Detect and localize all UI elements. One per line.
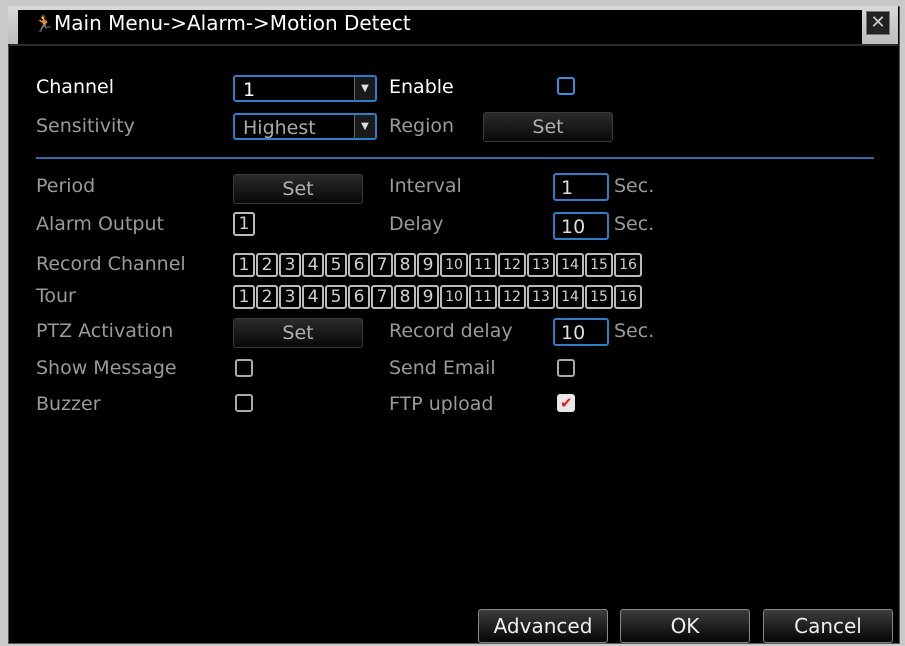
buzzer-checkbox[interactable] [235, 394, 253, 412]
record-channel-14-box[interactable]: 14 [556, 253, 584, 277]
chevron-down-icon: ▼ [354, 115, 375, 138]
record-channel-12-box[interactable]: 12 [498, 253, 526, 277]
tour-channel-10-box[interactable]: 10 [440, 285, 468, 309]
record-channel-boxes: 1 2 3 4 5 6 7 8 9 10 11 12 13 14 15 16 [233, 253, 693, 279]
show-message-checkbox[interactable] [235, 359, 253, 377]
record-channel-label: Record Channel [36, 253, 186, 275]
tour-channel-13-box[interactable]: 13 [527, 285, 555, 309]
interval-input[interactable]: 1 [553, 173, 609, 201]
tour-channel-1-box[interactable]: 1 [233, 285, 255, 309]
record-channel-10-box[interactable]: 10 [440, 253, 468, 277]
buzzer-label: Buzzer [36, 393, 101, 415]
delay-label: Delay [389, 213, 444, 235]
section-divider [36, 157, 874, 159]
tour-channel-15-box[interactable]: 15 [585, 285, 613, 309]
record-channel-11-box[interactable]: 11 [469, 253, 497, 277]
region-set-button[interactable]: Set [483, 112, 613, 142]
tour-channel-6-box[interactable]: 6 [348, 285, 370, 309]
sensitivity-select[interactable]: Highest ▼ [233, 113, 377, 140]
close-button[interactable]: ✕ [866, 11, 890, 35]
enable-checkbox[interactable] [557, 77, 575, 95]
advanced-button[interactable]: Advanced [478, 609, 608, 643]
tour-channel-4-box[interactable]: 4 [302, 285, 324, 309]
ptz-set-button[interactable]: Set [233, 318, 363, 348]
record-channel-16-box[interactable]: 16 [614, 253, 642, 277]
ok-button[interactable]: OK [620, 609, 750, 643]
tour-boxes: 1 2 3 4 5 6 7 8 9 10 11 12 13 14 15 16 [233, 285, 693, 311]
enable-label: Enable [389, 76, 454, 98]
channel-label: Channel [36, 76, 115, 98]
record-channel-3-box[interactable]: 3 [279, 253, 301, 277]
tour-channel-12-box[interactable]: 12 [498, 285, 526, 309]
record-delay-unit: Sec. [614, 320, 655, 342]
period-set-button[interactable]: Set [233, 174, 363, 204]
record-delay-input[interactable]: 10 [553, 318, 609, 346]
interval-unit: Sec. [614, 175, 655, 197]
interval-label: Interval [389, 175, 462, 197]
close-icon: ✕ [870, 12, 886, 33]
tour-channel-14-box[interactable]: 14 [556, 285, 584, 309]
tour-channel-9-box[interactable]: 9 [417, 285, 439, 309]
record-channel-5-box[interactable]: 5 [325, 253, 347, 277]
record-channel-6-box[interactable]: 6 [348, 253, 370, 277]
alarm-output-1-box[interactable]: 1 [233, 212, 255, 236]
ptz-activation-label: PTZ Activation [36, 320, 174, 342]
check-icon: ✔ [560, 394, 573, 412]
record-delay-label: Record delay [389, 320, 513, 342]
ftp-upload-label: FTP upload [389, 393, 494, 415]
record-channel-13-box[interactable]: 13 [527, 253, 555, 277]
tour-channel-3-box[interactable]: 3 [279, 285, 301, 309]
sensitivity-label: Sensitivity [36, 115, 135, 137]
show-message-label: Show Message [36, 357, 177, 379]
record-channel-9-box[interactable]: 9 [417, 253, 439, 277]
channel-value: 1 [243, 79, 256, 101]
person-running-icon: 🏃 [34, 14, 54, 33]
tour-channel-11-box[interactable]: 11 [469, 285, 497, 309]
send-email-label: Send Email [389, 357, 496, 379]
sensitivity-value: Highest [243, 117, 316, 139]
tour-channel-7-box[interactable]: 7 [371, 285, 393, 309]
tour-channel-8-box[interactable]: 8 [394, 285, 416, 309]
record-channel-15-box[interactable]: 15 [585, 253, 613, 277]
tour-label: Tour [36, 285, 76, 307]
channel-select[interactable]: 1 ▼ [233, 75, 377, 102]
delay-unit: Sec. [614, 213, 655, 235]
record-channel-2-box[interactable]: 2 [256, 253, 278, 277]
tour-channel-2-box[interactable]: 2 [256, 285, 278, 309]
record-channel-1-box[interactable]: 1 [233, 253, 255, 277]
ftp-upload-checkbox[interactable]: ✔ [557, 394, 575, 412]
cancel-button[interactable]: Cancel [763, 609, 893, 643]
record-channel-4-box[interactable]: 4 [302, 253, 324, 277]
delay-input[interactable]: 10 [553, 212, 609, 240]
period-label: Period [36, 175, 96, 197]
alarm-output-label: Alarm Output [36, 213, 164, 235]
record-channel-8-box[interactable]: 8 [394, 253, 416, 277]
tour-channel-16-box[interactable]: 16 [614, 285, 642, 309]
chevron-down-icon: ▼ [354, 77, 375, 100]
record-channel-7-box[interactable]: 7 [371, 253, 393, 277]
window-title: Main Menu->Alarm->Motion Detect [54, 11, 411, 35]
region-label: Region [389, 115, 455, 137]
send-email-checkbox[interactable] [557, 359, 575, 377]
tour-channel-5-box[interactable]: 5 [325, 285, 347, 309]
